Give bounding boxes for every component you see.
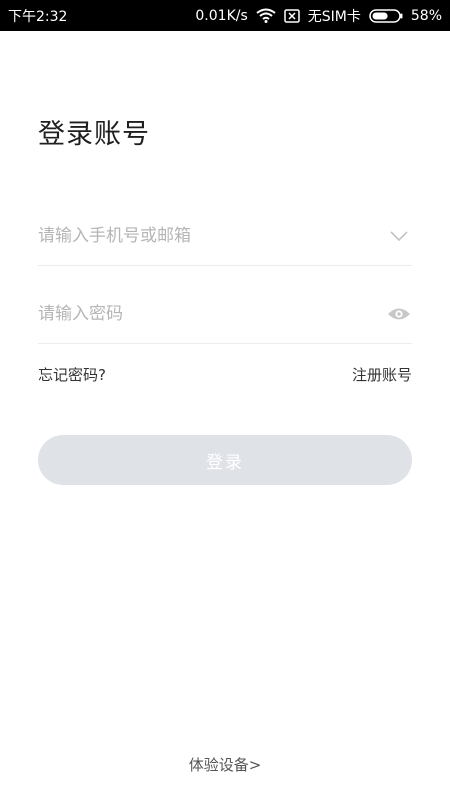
account-field: [38, 206, 412, 266]
password-input[interactable]: [38, 284, 368, 343]
network-speed: 0.01K/s: [195, 7, 248, 24]
trial-device-link[interactable]: 体验设备>: [0, 754, 450, 775]
wifi-icon: [256, 8, 276, 23]
account-input[interactable]: [38, 206, 368, 265]
status-time: 下午2:32: [8, 8, 68, 25]
eye-icon[interactable]: [386, 301, 412, 327]
sim-status: 无SIM卡: [307, 8, 361, 25]
register-link[interactable]: 注册账号: [352, 364, 412, 385]
no-sim-icon: [284, 8, 300, 23]
forgot-password-link[interactable]: 忘记密码?: [38, 364, 106, 385]
auth-links: 忘记密码? 注册账号: [38, 364, 412, 385]
page-title: 登录账号: [38, 119, 150, 150]
login-button[interactable]: 登录: [38, 435, 412, 485]
password-field: [38, 284, 412, 344]
battery-icon: [369, 8, 403, 23]
status-bar: 下午2:32 0.01K/s 无SIM卡 58%: [0, 0, 450, 31]
battery-percent: 58%: [410, 7, 442, 24]
chevron-down-icon[interactable]: [386, 223, 412, 249]
